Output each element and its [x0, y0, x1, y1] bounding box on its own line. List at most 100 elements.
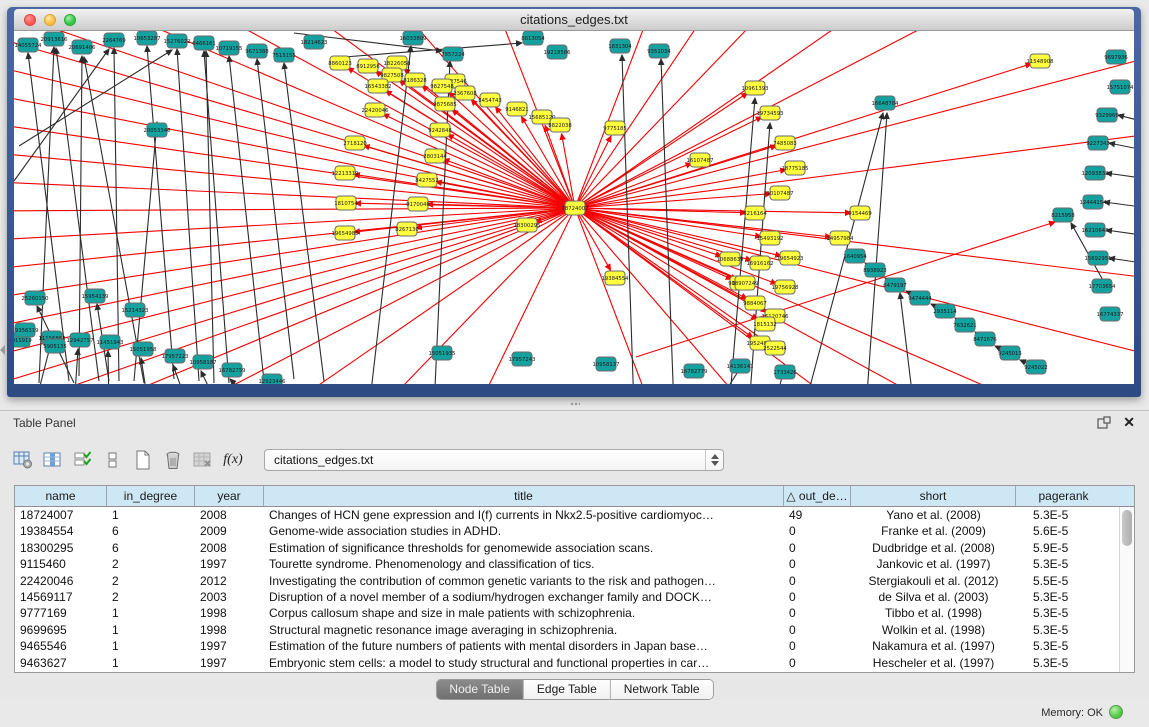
graph-node[interactable]: 16210643 [1082, 223, 1109, 237]
graph-node[interactable]: 8813054 [521, 31, 545, 45]
graph-node[interactable]: 8454743 [478, 93, 502, 107]
row-boxes-icon[interactable] [98, 446, 128, 474]
column-header-year[interactable]: year [195, 486, 264, 506]
graph-node[interactable]: 20053346 [144, 123, 172, 137]
graph-node[interactable]: 16916162 [747, 256, 774, 270]
new-file-icon[interactable] [128, 446, 158, 474]
graph-node[interactable]: 12923446 [259, 374, 287, 384]
graph-node[interactable]: 8822038 [548, 118, 572, 132]
graph-node[interactable]: 9170046 [406, 197, 430, 211]
graph-node[interactable]: 1733426 [773, 365, 797, 379]
graph-node[interactable]: 1640954 [843, 249, 867, 263]
graph-node[interactable]: 8938923 [863, 263, 887, 277]
graph-node[interactable]: 15051958 [130, 342, 158, 356]
graph-node[interactable]: 2367608 [453, 86, 477, 100]
column-header-out_de[interactable]: △ out_de… [784, 486, 851, 506]
graph-node[interactable]: 10107487 [767, 186, 794, 200]
trash-icon[interactable] [158, 446, 188, 474]
graph-node[interactable]: 20691406 [69, 40, 97, 54]
graph-node[interactable]: 12213319 [332, 166, 359, 180]
graph-node[interactable]: 9227343 [1086, 136, 1110, 150]
graph-node[interactable]: 10958187 [190, 355, 217, 369]
table-row[interactable]: 946554611997Estimation of the future num… [15, 638, 1119, 654]
select-all-rows-icon[interactable] [68, 446, 98, 474]
table-row[interactable]: 1872400712008Changes of HCN gene express… [15, 507, 1119, 523]
graph-node[interactable]: 10961393 [742, 81, 769, 95]
graph-node[interactable]: 8215958 [1051, 208, 1075, 222]
graph-node[interactable]: 2522544 [763, 341, 787, 355]
graph-node[interactable]: 11548908 [1027, 54, 1055, 68]
graph-node[interactable]: 8186328 [403, 73, 427, 87]
graph-node[interactable]: 12942757 [67, 333, 94, 347]
tab-node-table[interactable]: Node Table [436, 680, 524, 699]
graph-node[interactable]: 15051935 [429, 346, 456, 360]
network-canvas[interactable]: 1405572420913616206914062264769106532871… [14, 31, 1134, 384]
graph-node[interactable]: 9884067 [743, 296, 767, 310]
graph-node[interactable]: 7515155 [272, 48, 296, 62]
graph-node[interactable]: 19356319 [14, 323, 38, 337]
table-row[interactable]: 969969511998Structural magnetic resonanc… [15, 622, 1119, 638]
table-settings-icon[interactable] [8, 446, 38, 474]
graph-node[interactable]: 1815132 [753, 317, 777, 331]
graph-node[interactable]: 22420046 [362, 103, 390, 117]
column-header-in_degree[interactable]: in_degree [107, 486, 195, 506]
graph-node[interactable]: 15954139 [82, 289, 109, 303]
graph-node[interactable]: 9242848 [428, 123, 452, 137]
graph-node[interactable]: 19756928 [772, 280, 800, 294]
graph-node[interactable]: 18907249 [732, 276, 759, 290]
table-row[interactable]: 1938455462009Genome-wide association stu… [15, 523, 1119, 539]
graph-node[interactable]: 8912956 [356, 59, 380, 73]
column-header-name[interactable]: name [15, 486, 107, 506]
graph-node[interactable]: 9351034 [647, 44, 671, 58]
graph-node[interactable]: 8267130 [395, 222, 419, 236]
graph-node[interactable]: 8427552 [415, 173, 439, 187]
zoom-window-button[interactable] [64, 14, 76, 26]
table-row[interactable]: 2242004622012Investigating the contribut… [15, 573, 1119, 589]
graph-node[interactable]: 9245022 [1024, 360, 1048, 374]
graph-node[interactable]: 16107487 [687, 153, 714, 167]
graph-node[interactable]: 16782759 [219, 363, 246, 377]
divider-grip-icon[interactable] [570, 402, 580, 406]
network-select-dropdown[interactable]: citations_edges.txt [264, 449, 724, 471]
graph-node[interactable]: 2718120 [343, 136, 367, 150]
graph-node[interactable]: 15214323 [122, 303, 149, 317]
tab-edge-table[interactable]: Edge Table [524, 680, 611, 699]
panel-divider[interactable] [0, 397, 1149, 410]
graph-node[interactable]: 9474444 [908, 291, 932, 305]
graph-node[interactable]: 19654985 [332, 226, 359, 240]
graph-node[interactable]: 2935114 [933, 304, 957, 318]
graph-node[interactable]: 17957223 [162, 349, 189, 363]
graph-node[interactable]: 16543382 [365, 79, 392, 93]
graph-node[interactable]: 14136141 [727, 359, 754, 373]
scrollbar-thumb[interactable] [1122, 510, 1132, 546]
graph-node[interactable]: 12444154 [1080, 195, 1108, 209]
graph-node[interactable]: 1810754 [334, 196, 358, 210]
graph-node[interactable]: 10688639 [717, 252, 744, 266]
graph-node[interactable]: 7632621 [953, 318, 977, 332]
graph-node[interactable]: 2803144 [423, 149, 447, 163]
graph-node[interactable]: 14957984 [827, 231, 855, 245]
graph-node[interactable]: 8471676 [973, 332, 997, 346]
column-header-title[interactable]: title [264, 486, 784, 506]
graph-node[interactable]: 9671388 [245, 44, 269, 58]
graph-node[interactable]: 18300295 [514, 218, 541, 232]
graph-node[interactable]: 15692951 [1085, 251, 1112, 265]
graph-node[interactable]: 6479197 [883, 278, 907, 292]
graph-node[interactable]: 15493192 [757, 231, 784, 245]
graph-node[interactable]: 15751074 [1107, 80, 1134, 94]
graph-node[interactable]: 10719155 [216, 41, 243, 55]
window-titlebar[interactable]: citations_edges.txt [14, 9, 1134, 31]
graph-node[interactable]: 8860123 [328, 56, 352, 70]
graph-node[interactable]: 12093832 [1082, 166, 1109, 180]
graph-node[interactable]: 16774337 [1097, 307, 1124, 321]
graph-node[interactable]: 3216164 [743, 206, 767, 220]
graph-node[interactable]: 9329966 [1095, 108, 1119, 122]
graph-node[interactable]: 18775185 [782, 161, 809, 175]
table-column-icon[interactable] [38, 446, 68, 474]
graph-node[interactable]: 17703654 [1089, 279, 1117, 293]
graph-node[interactable]: 19654923 [777, 251, 804, 265]
table-row[interactable]: 911546021997Tourette syndrome. Phenomeno… [15, 556, 1119, 572]
column-header-pagerank[interactable]: pagerank [1016, 486, 1111, 506]
graph-node[interactable]: 10653287 [134, 31, 161, 45]
graph-node[interactable]: 11451943 [97, 335, 124, 349]
